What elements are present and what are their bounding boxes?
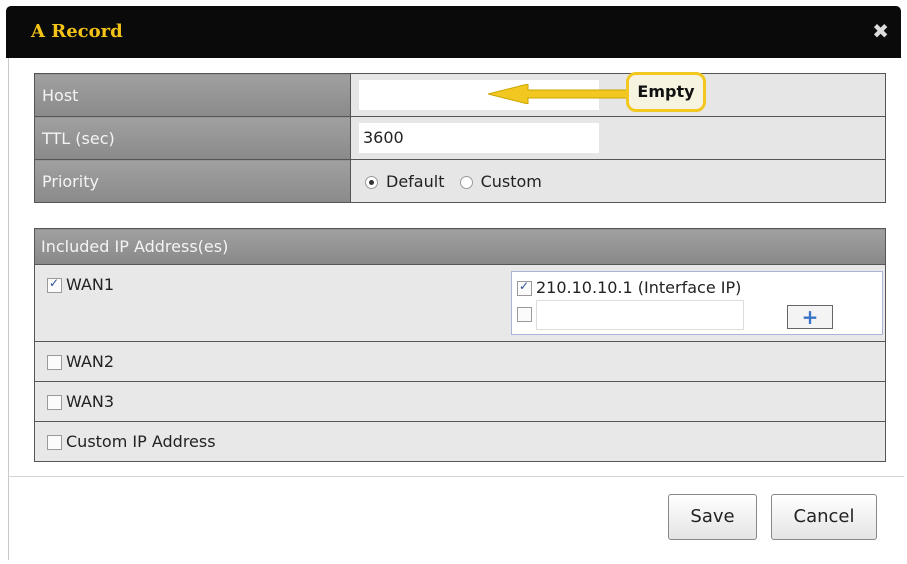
priority-label: Priority [34, 159, 351, 203]
priority-default-radio[interactable] [365, 176, 378, 189]
save-button[interactable]: Save [668, 494, 757, 540]
priority-radio-group: Default Custom [365, 172, 552, 191]
wan3-label: WAN3 [66, 392, 115, 411]
ttl-input[interactable]: 3600 [359, 123, 599, 153]
wan2-row: WAN2 [34, 341, 886, 382]
wan1-checkbox[interactable] [47, 276, 62, 293]
record-form-table: Host TTL (sec) 3600 Priority Default Cus… [34, 73, 886, 203]
wan1-label: WAN1 [66, 275, 115, 294]
cancel-button[interactable]: Cancel [771, 494, 877, 540]
wan1-row: WAN1 210.10.10.1 (Interface IP) + [34, 264, 886, 342]
wan1-ip-list: 210.10.10.1 (Interface IP) + [511, 271, 883, 335]
wan3-checkbox[interactable] [47, 395, 62, 410]
dialog-titlebar: A Record ✖ [6, 6, 901, 58]
priority-custom-label: Custom [480, 172, 542, 191]
dialog-title: A Record [31, 21, 123, 42]
custom-ip-row: Custom IP Address [34, 421, 886, 462]
custom-ip-label: Custom IP Address [66, 432, 216, 451]
add-ip-button[interactable]: + [787, 305, 833, 329]
plus-icon: + [801, 305, 819, 329]
custom-ip-checkbox[interactable] [47, 435, 62, 450]
ttl-label: TTL (sec) [34, 116, 351, 160]
close-icon[interactable]: ✖ [872, 19, 889, 43]
wan2-checkbox[interactable] [47, 355, 62, 370]
footer-divider [8, 476, 904, 477]
priority-default-label: Default [386, 172, 445, 191]
extra-ip-input[interactable] [536, 300, 744, 330]
included-ip-table: Included IP Address(es) WAN1 210.10.10.1… [34, 228, 886, 462]
priority-custom-radio[interactable] [459, 176, 473, 189]
host-label: Host [34, 73, 351, 117]
included-ip-header: Included IP Address(es) [34, 228, 886, 265]
wan2-label: WAN2 [66, 352, 115, 371]
empty-callout: Empty [626, 72, 706, 112]
annotation-arrow-icon [488, 84, 638, 104]
wan3-row: WAN3 [34, 381, 886, 422]
extra-ip-checkbox[interactable] [517, 307, 532, 322]
interface-ip-label: 210.10.10.1 (Interface IP) [536, 278, 742, 297]
interface-ip-checkbox[interactable] [517, 279, 532, 296]
